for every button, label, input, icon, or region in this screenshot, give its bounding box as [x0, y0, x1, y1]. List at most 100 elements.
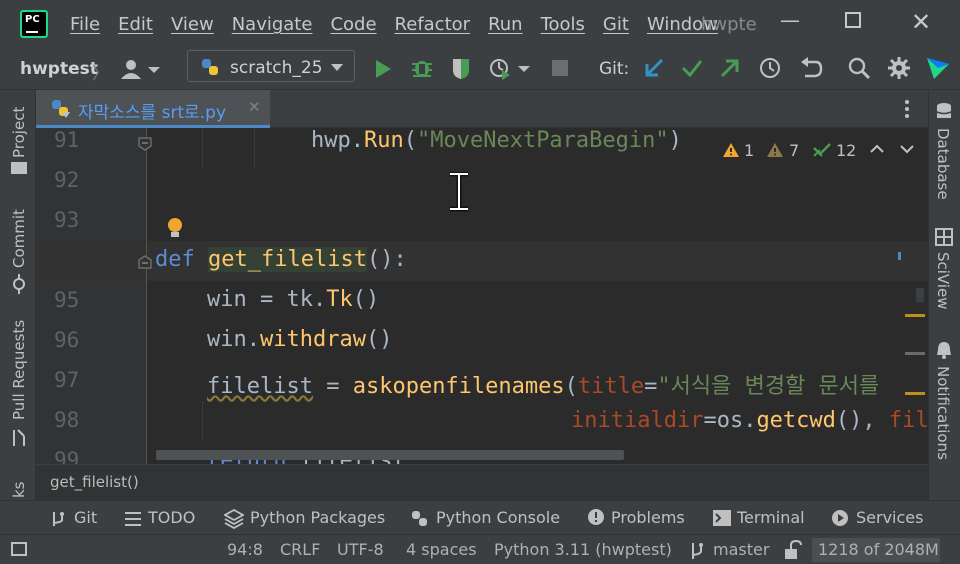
file-encoding[interactable]: UTF-8	[337, 540, 384, 559]
fold-end-icon[interactable]	[137, 136, 153, 152]
project-breadcrumb[interactable]: hwptest	[20, 59, 98, 79]
notifications-tool-button[interactable]: Notifications	[934, 366, 952, 460]
indent-guide	[202, 401, 203, 441]
search-icon[interactable]	[846, 55, 872, 81]
run-configuration-select[interactable]: scratch_25	[187, 50, 355, 82]
code-line-98: initialdir=os.getcwd(), file	[571, 408, 928, 433]
menu-code[interactable]: Code	[330, 14, 376, 35]
title-bar: PC File Edit View Navigate Code Refactor Run To…	[0, 0, 960, 50]
error-stripe-warning-mark[interactable]	[905, 314, 925, 317]
line-number-gutter: 91 92 93 94 95 96 97 98 99	[36, 128, 146, 464]
vcs-user-icon[interactable]	[120, 57, 162, 86]
weak-warning-icon	[767, 143, 783, 157]
menu-edit[interactable]: Edit	[118, 14, 153, 35]
commit-icon	[13, 274, 25, 294]
toggle-tool-windows-icon[interactable]	[11, 542, 27, 556]
python-icon	[202, 59, 218, 75]
rollback-icon[interactable]	[798, 55, 824, 81]
profile-icon[interactable]	[488, 56, 538, 80]
line-number: 92	[54, 168, 80, 192]
text-cursor-icon	[450, 172, 468, 212]
services-tool-window[interactable]: Services	[856, 508, 923, 527]
menu-tools[interactable]: Tools	[541, 14, 585, 35]
editor-tab-active[interactable]: 자막소스를 srt로.py ✕	[36, 90, 270, 128]
git-branch[interactable]: master	[713, 540, 769, 559]
run-with-coverage-icon[interactable]	[450, 56, 474, 80]
error-stripe-mark[interactable]	[905, 352, 925, 355]
python-console-tool-window[interactable]: Python Console	[436, 508, 560, 527]
git-branch-icon	[53, 512, 64, 526]
minimize-icon[interactable]: —	[780, 8, 800, 32]
lock-icon[interactable]	[783, 540, 803, 560]
git-tool-window[interactable]: Git	[74, 508, 97, 527]
terminal-icon	[713, 510, 731, 526]
stop-icon[interactable]	[552, 60, 568, 76]
git-branch-icon	[692, 543, 703, 559]
pull-request-icon	[13, 429, 25, 446]
todo-list-icon	[125, 512, 141, 526]
caret-position[interactable]: 94:8	[227, 540, 263, 559]
commit-tool-button[interactable]: Commit	[10, 209, 28, 268]
intention-bulb-icon[interactable]	[164, 216, 186, 240]
indentation[interactable]: 4 spaces	[406, 540, 477, 559]
menu-file[interactable]: File	[70, 14, 100, 35]
window-title: hwpte	[701, 14, 757, 35]
code-line-94: def get_filelist():	[155, 247, 407, 272]
problems-icon	[588, 509, 604, 525]
warning-icon	[723, 143, 739, 157]
maximize-icon[interactable]	[845, 12, 861, 28]
menu-run[interactable]: Run	[488, 14, 523, 35]
debug-icon[interactable]	[410, 56, 434, 80]
python-console-icon	[412, 511, 427, 526]
previous-highlighted-error-icon[interactable]	[870, 144, 884, 154]
code-editor[interactable]: 91 92 93 94 95 96 97 98 99 hwp.Run("Move…	[36, 128, 928, 464]
tab-close-icon[interactable]: ✕	[248, 98, 261, 116]
tab-filename: 자막소스를 srt로.py	[78, 103, 227, 123]
project-tool-button[interactable]: Project	[10, 107, 28, 158]
pycharm-logo-icon[interactable]: PC	[20, 10, 48, 38]
folder-icon	[11, 162, 27, 174]
terminal-tool-window[interactable]: Terminal	[737, 508, 805, 527]
error-stripe-warning-mark[interactable]	[905, 392, 925, 395]
warning-count: 1	[744, 141, 755, 160]
database-icon	[936, 103, 952, 118]
memory-indicator[interactable]: 1218 of 2048M	[812, 538, 940, 562]
git-update-icon[interactable]	[642, 56, 666, 80]
code-breadcrumb-bar: get_filelist()	[36, 464, 928, 500]
menu-navigate[interactable]: Navigate	[232, 14, 313, 35]
git-push-icon[interactable]	[718, 56, 742, 80]
right-tool-stripe: Database SciView Notifications	[928, 90, 960, 500]
code-with-me-icon[interactable]	[924, 54, 952, 82]
code-line-97: filelist = askopenfilenames(title="서식을 변…	[207, 374, 880, 399]
left-tool-stripe: Project Commit Pull Requests ks	[0, 90, 36, 500]
menu-refactor[interactable]: Refactor	[395, 14, 471, 35]
breadcrumb-function[interactable]: get_filelist()	[50, 473, 139, 491]
vertical-scrollbar-thumb[interactable]	[916, 288, 924, 302]
main-menu: File Edit View Navigate Code Refactor Run Tools…	[70, 14, 736, 35]
next-highlighted-error-icon[interactable]	[900, 144, 914, 154]
pull-requests-tool-button[interactable]: Pull Requests	[10, 320, 28, 420]
line-number: 96	[54, 328, 80, 352]
menu-git[interactable]: Git	[603, 14, 629, 35]
git-commit-icon[interactable]	[680, 56, 704, 80]
close-window-icon[interactable]: ✕	[911, 8, 931, 36]
horizontal-scrollbar-thumb[interactable]	[156, 450, 624, 460]
line-number: 97	[54, 368, 80, 392]
history-icon[interactable]	[757, 55, 783, 81]
python-interpreter[interactable]: Python 3.11 (hwptest)	[494, 540, 672, 559]
line-number: 99	[54, 448, 80, 464]
settings-gear-icon[interactable]	[886, 55, 912, 81]
run-icon[interactable]	[372, 58, 394, 80]
inspections-widget[interactable]: 1 7 12	[720, 138, 920, 166]
menu-view[interactable]: View	[171, 14, 214, 35]
database-tool-button[interactable]: Database	[934, 128, 952, 200]
python-packages-tool-window[interactable]: Python Packages	[250, 508, 385, 527]
sciview-tool-button[interactable]: SciView	[934, 252, 952, 310]
app-icon-label: PC	[25, 14, 40, 25]
fold-start-icon[interactable]	[137, 254, 153, 270]
todo-tool-window[interactable]: TODO	[148, 508, 195, 527]
bookmarks-tool-button[interactable]: ks	[10, 481, 28, 498]
problems-tool-window[interactable]: Problems	[611, 508, 685, 527]
line-separator[interactable]: CRLF	[280, 540, 320, 559]
tab-actions-more-icon[interactable]	[900, 98, 914, 125]
